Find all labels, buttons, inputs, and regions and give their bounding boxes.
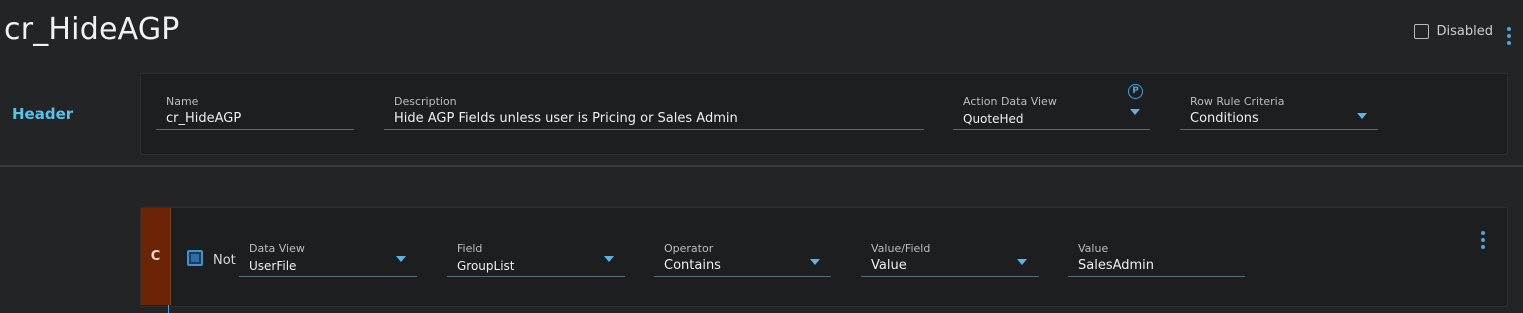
not-checkbox[interactable]	[187, 250, 203, 266]
condition-connector-line	[168, 305, 169, 313]
p-circle-icon[interactable]: P	[1128, 84, 1143, 99]
value-field-label: Value/Field	[871, 242, 931, 255]
field-label: Field	[457, 242, 483, 255]
not-label: Not	[213, 253, 236, 268]
section-divider	[0, 165, 1523, 167]
header-section-label: Header	[12, 105, 74, 123]
disabled-label: Disabled	[1436, 24, 1493, 39]
data-view-label: Data View	[249, 242, 305, 255]
row-rule-criteria-dropdown[interactable]: Row Rule Criteria Conditions	[1180, 95, 1378, 130]
description-label: Description	[394, 95, 457, 108]
description-field[interactable]: Description Hide AGP Fields unless user …	[384, 95, 924, 130]
condition-more-options-icon[interactable]	[1481, 231, 1485, 249]
value-value[interactable]: SalesAdmin	[1078, 258, 1154, 273]
data-view-dropdown[interactable]: Data View UserFile	[239, 242, 417, 277]
action-data-view-label: Action Data View	[963, 95, 1057, 108]
name-value[interactable]: cr_HideAGP	[166, 111, 241, 126]
page-title: cr_HideAGP	[4, 12, 180, 47]
operator-dropdown[interactable]: Operator Contains	[654, 242, 831, 277]
action-data-view-value[interactable]: QuoteHed	[963, 112, 1024, 126]
field-dropdown[interactable]: Field GroupList	[447, 242, 625, 277]
chevron-down-icon[interactable]	[810, 259, 820, 265]
action-data-view-dropdown[interactable]: Action Data View QuoteHed	[953, 95, 1150, 130]
name-field[interactable]: Name cr_HideAGP	[156, 95, 354, 130]
chevron-down-icon[interactable]	[396, 256, 406, 262]
chevron-down-icon[interactable]	[1130, 109, 1140, 115]
row-rule-criteria-value[interactable]: Conditions	[1190, 111, 1259, 126]
value-field-value[interactable]: Value	[871, 258, 907, 273]
row-rule-criteria-label: Row Rule Criteria	[1190, 95, 1285, 108]
chevron-down-icon[interactable]	[1357, 113, 1367, 119]
field-value[interactable]: GroupList	[457, 259, 515, 273]
value-input[interactable]: Value SalesAdmin	[1068, 242, 1245, 277]
name-label: Name	[166, 95, 199, 108]
operator-label: Operator	[664, 242, 714, 255]
disabled-checkbox[interactable]	[1413, 24, 1429, 39]
data-view-value[interactable]: UserFile	[249, 259, 296, 273]
chevron-down-icon[interactable]	[1017, 259, 1027, 265]
value-label: Value	[1078, 242, 1109, 255]
value-field-dropdown[interactable]: Value/Field Value	[861, 242, 1039, 277]
operator-value[interactable]: Contains	[664, 258, 721, 273]
more-options-icon[interactable]	[1507, 27, 1511, 45]
condition-tag[interactable]: C	[141, 208, 171, 305]
chevron-down-icon[interactable]	[604, 256, 614, 262]
description-value[interactable]: Hide AGP Fields unless user is Pricing o…	[394, 111, 738, 126]
disabled-toggle[interactable]: Disabled	[1413, 24, 1493, 39]
